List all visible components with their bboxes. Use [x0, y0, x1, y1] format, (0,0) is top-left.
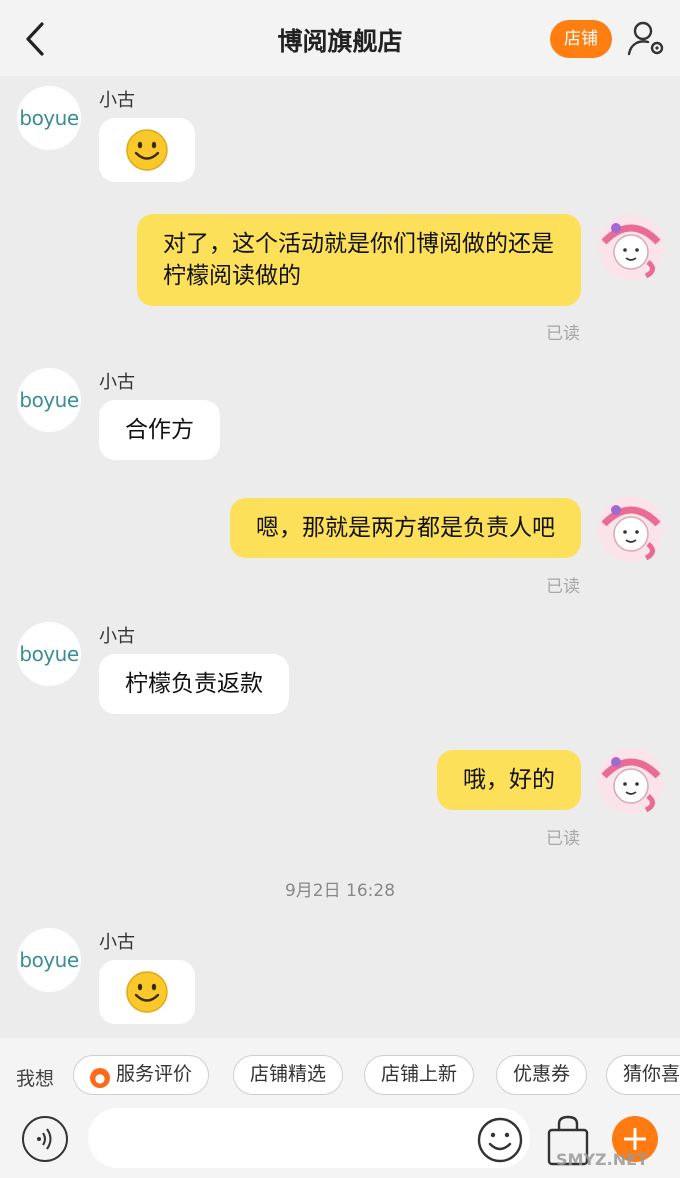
quick-label: 我想	[16, 1068, 55, 1090]
cartoon-avatar-icon	[598, 748, 664, 814]
chip-coupons[interactable]: 优惠券	[496, 1055, 588, 1095]
nav-bar: 博阅旗舰店 店铺	[0, 0, 680, 76]
chip-label: 服务评价	[116, 1063, 193, 1085]
emoji-button-icon[interactable]	[476, 1116, 524, 1164]
sender-name: 小古	[99, 932, 135, 953]
service-review-icon: ●	[90, 1068, 110, 1088]
chip-label: 猜你喜	[623, 1063, 680, 1085]
message-bubble[interactable]	[99, 960, 195, 1024]
message-bubble[interactable]: 对了，这个活动就是你们博阅做的还是柠檬阅读做的	[137, 214, 581, 306]
message-bubble[interactable]	[99, 118, 195, 182]
message-input[interactable]	[88, 1108, 530, 1168]
smile-emoji-icon	[126, 129, 168, 171]
sender-name: 小古	[99, 626, 135, 647]
message-bubble[interactable]: 哦，好的	[437, 750, 581, 810]
read-status: 已读	[546, 577, 580, 597]
read-status: 已读	[546, 829, 580, 849]
sender-name: 小古	[99, 372, 135, 393]
store-avatar[interactable]: boyue	[17, 928, 81, 992]
chip-service-review[interactable]: ● 服务评价	[73, 1055, 210, 1095]
cartoon-avatar-icon	[598, 214, 664, 280]
my-avatar[interactable]	[596, 494, 666, 564]
shop-button[interactable]: 店铺	[550, 20, 612, 58]
smile-emoji-icon	[126, 971, 168, 1013]
sender-name: 小古	[99, 90, 135, 111]
store-logo-text: boyue	[19, 642, 79, 666]
message-bubble[interactable]: 合作方	[99, 400, 220, 460]
store-logo-text: boyue	[19, 106, 79, 130]
store-avatar[interactable]: boyue	[17, 368, 81, 432]
voice-button[interactable]	[22, 1116, 68, 1162]
chip-new-arrivals[interactable]: 店铺上新	[364, 1055, 475, 1095]
chip-label: 优惠券	[513, 1063, 571, 1085]
cartoon-avatar-icon	[598, 496, 664, 562]
quick-reply-bar: 我想 ● 服务评价 店铺精选 店铺上新 优惠券 猜你喜	[0, 1038, 680, 1112]
my-avatar[interactable]	[596, 746, 666, 816]
store-avatar[interactable]: boyue	[17, 622, 81, 686]
chip-label: 店铺精选	[250, 1063, 327, 1085]
timestamp: 9月2日 16:28	[284, 881, 396, 901]
chip-label: 店铺上新	[381, 1063, 458, 1085]
user-settings-icon[interactable]	[626, 18, 666, 58]
my-avatar[interactable]	[596, 212, 666, 282]
read-status: 已读	[546, 324, 580, 344]
store-logo-text: boyue	[19, 388, 79, 412]
message-bubble[interactable]: 嗯，那就是两方都是负责人吧	[230, 498, 581, 558]
store-logo-text: boyue	[19, 948, 79, 972]
chat-area[interactable]: boyue 小古 对了，这个活动就是你们博阅做的还是柠檬阅读做的 已读 boyu…	[0, 76, 680, 1038]
store-avatar[interactable]: boyue	[17, 86, 81, 150]
voice-icon	[37, 1128, 52, 1150]
message-bubble[interactable]: 柠檬负责返款	[99, 654, 289, 714]
chip-store-picks[interactable]: 店铺精选	[233, 1055, 344, 1095]
chip-guess-you-like[interactable]: 猜你喜	[606, 1055, 680, 1095]
watermark: SMYZ.NET	[556, 1150, 648, 1169]
